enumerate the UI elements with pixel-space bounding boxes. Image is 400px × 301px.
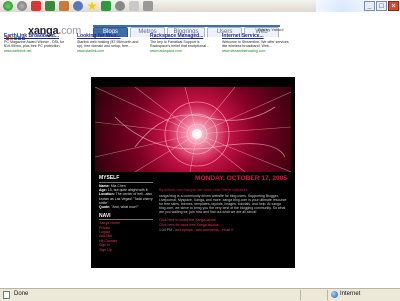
- profile-field: Quote: "And, what now?": [99, 205, 153, 209]
- search-icon[interactable]: [73, 1, 83, 11]
- myself-heading: MYSELF: [99, 175, 153, 183]
- banner-image: [95, 87, 291, 172]
- ad-desc: Starlink web hosting ($7.95/month and up…: [77, 40, 139, 49]
- home-icon[interactable]: [59, 1, 69, 11]
- ad-desc: Welcome to Streamline. We offer services…: [222, 40, 289, 49]
- status-bar: Done Internet: [0, 288, 400, 301]
- blog-post: MONDAY, OCTOBER 17, 2005 By default, new…: [159, 175, 287, 232]
- sidebar: MYSELF Name: Mia Chen Age: 15, but quite…: [99, 175, 153, 252]
- nav-link-sign-up[interactable]: Sign Up: [99, 248, 153, 252]
- post-body: xanga blog is a community driven website…: [159, 194, 287, 215]
- globe-icon: [331, 291, 338, 298]
- ad-item[interactable]: Rackspace Managed... The key to Fanatica…: [150, 33, 218, 53]
- xanga-header: xanga.com Blogs Metros Blogrings Users W…: [0, 12, 400, 40]
- status-divider: [300, 290, 301, 300]
- post-meta: By default, new Xangas use some older th…: [159, 188, 249, 192]
- ad-title[interactable]: Rackspace Managed...: [150, 33, 218, 39]
- status-divider: [327, 290, 328, 300]
- post-links: Click here to install the Xanga layout C…: [159, 218, 287, 226]
- status-text: Done: [14, 291, 29, 297]
- close-button[interactable]: ×: [388, 1, 399, 11]
- maximize-button[interactable]: □: [376, 1, 387, 11]
- media-icon[interactable]: [101, 1, 111, 11]
- history-icon[interactable]: [115, 1, 125, 11]
- mail-icon[interactable]: [129, 1, 139, 11]
- ads-by-yahoo[interactable]: Ads by Yahoo!: [258, 27, 284, 32]
- stop-icon[interactable]: [31, 1, 41, 11]
- forward-icon[interactable]: [17, 1, 27, 11]
- post-actions[interactable]: add eprops - add comments - email it: [175, 228, 233, 232]
- ad-title[interactable]: EarthLink Broadband...: [4, 33, 72, 39]
- ad-url[interactable]: www.streamlinehosting.com: [222, 49, 290, 53]
- favorites-icon[interactable]: [87, 1, 97, 11]
- ad-item[interactable]: EarthLink Broadband... PC Magazine Award…: [4, 33, 72, 53]
- minimize-button[interactable]: _: [364, 1, 375, 11]
- navi-heading: NAVI: [99, 213, 153, 221]
- ad-url[interactable]: www.starlink.com: [77, 49, 145, 53]
- refresh-icon[interactable]: [45, 1, 55, 11]
- ad-url[interactable]: www.earthlink.net: [4, 49, 72, 53]
- profile-field: Location: The center of hell...also know…: [99, 192, 153, 205]
- ad-item[interactable]: Internet Service... Welcome to Streamlin…: [222, 33, 290, 53]
- banner-art: [95, 87, 291, 172]
- post-footer: 1:34 PM - add eprops - add comments - em…: [159, 227, 233, 232]
- ad-desc: PC Magazine Award Winner - DSL for $19.9…: [4, 40, 65, 49]
- field-value: "And, what now?": [111, 205, 139, 210]
- ad-desc: The key to Fanatical Support is Rackspac…: [150, 40, 210, 49]
- more-layouts-link[interactable]: Click here for more free Xanga layouts: [159, 223, 287, 227]
- ad-title[interactable]: Internet Service...: [222, 33, 290, 39]
- ad-url[interactable]: www.rackspace.com: [150, 49, 218, 53]
- sponsored-ads: EarthLink Broadband... PC Magazine Award…: [4, 33, 294, 57]
- post-time[interactable]: 1:34 PM: [159, 228, 172, 232]
- print-icon[interactable]: [143, 1, 153, 11]
- ad-item[interactable]: Looking for Web... Starlink web hosting …: [77, 33, 145, 53]
- field-label: Quote:: [99, 205, 111, 210]
- ad-title[interactable]: Looking for Web...: [77, 33, 145, 39]
- tab-underline: [93, 25, 280, 27]
- page-icon: [3, 291, 10, 299]
- blog-container: MYSELF Name: Mia Chen Age: 15, but quite…: [91, 77, 295, 268]
- post-date: MONDAY, OCTOBER 17, 2005: [195, 175, 287, 182]
- security-zone: Internet: [340, 291, 361, 297]
- back-icon[interactable]: [3, 1, 13, 11]
